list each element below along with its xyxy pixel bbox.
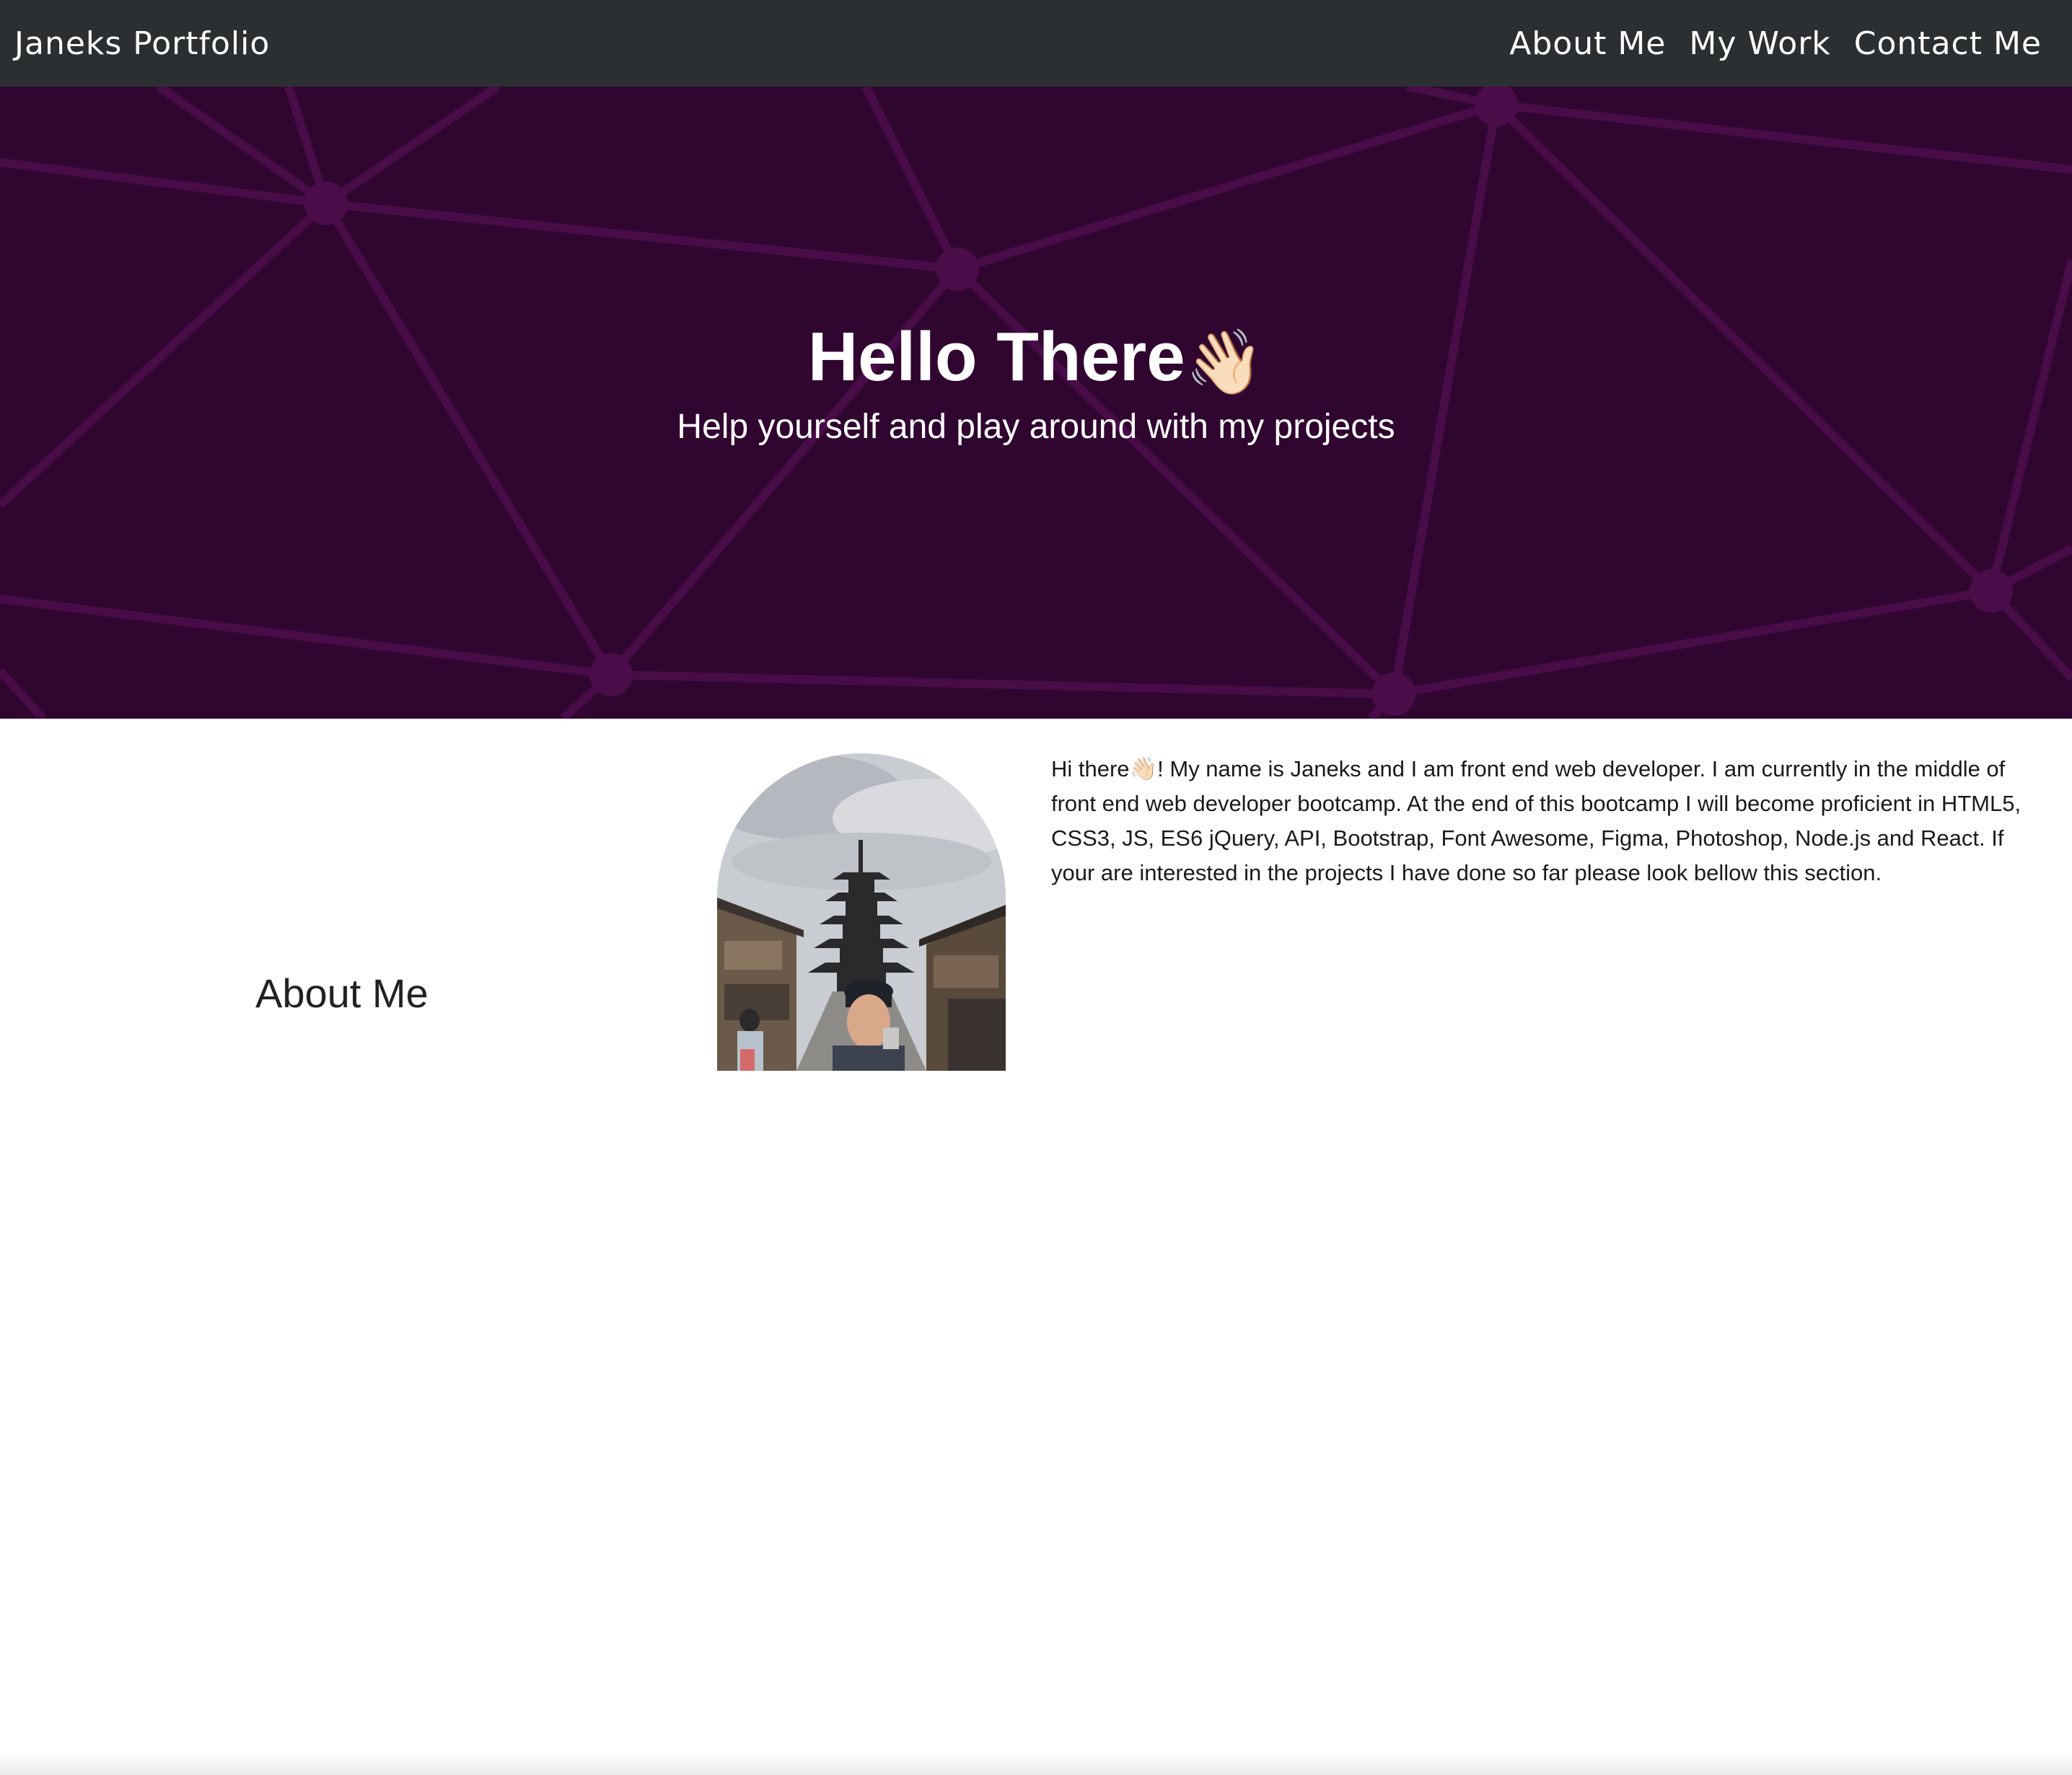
hero-section: Hello There👋🏻 Help yourself and play aro… — [0, 87, 2072, 719]
about-bio: Hi there👋🏻! My name is Janeks and I am f… — [1051, 756, 2021, 885]
nav-link-contact-me[interactable]: Contact Me — [1854, 25, 2042, 62]
hero-subtitle: Help yourself and play around with my pr… — [677, 408, 1395, 446]
hero-title: Hello There👋🏻 — [0, 319, 2072, 397]
nav-link-about-me[interactable]: About Me — [1509, 25, 1666, 62]
portrait-illustration — [717, 753, 1006, 1071]
nav-links: About Me My Work Contact Me — [1509, 25, 2042, 62]
about-heading: About Me — [255, 970, 429, 1016]
about-section: About Me Hi there👋🏻! My name is Janeks a… — [0, 719, 2072, 1775]
section-bottom-shadow — [0, 1750, 2072, 1775]
brand-link[interactable]: Janeks Portfolio — [14, 25, 270, 62]
waving-hand-icon: 👋🏻 — [1185, 325, 1265, 398]
portrait-photo — [717, 753, 1006, 1071]
top-navbar: Janeks Portfolio About Me My Work Contac… — [0, 0, 2072, 87]
hero-title-text: Hello There — [807, 318, 1185, 396]
network-pattern-background — [0, 87, 2072, 719]
nav-link-my-work[interactable]: My Work — [1689, 25, 1830, 62]
